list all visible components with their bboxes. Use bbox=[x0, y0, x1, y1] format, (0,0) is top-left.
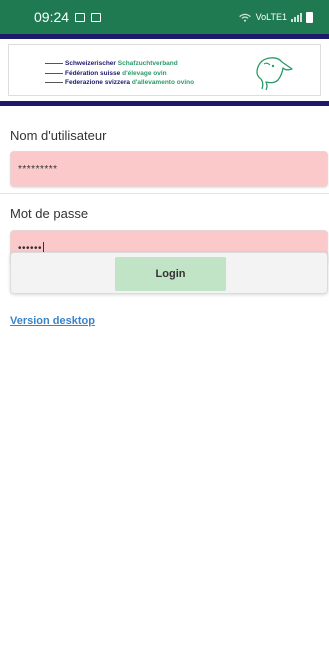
banner-line-fr: Fédération suisse d'élevage ovin bbox=[45, 69, 194, 79]
status-bar: 09:24 VoLTE1 bbox=[0, 0, 329, 34]
banner-line-it: Federazione svizzera d'allevamento ovino bbox=[45, 78, 194, 88]
banner-line-de-part1: Schweizerischer bbox=[65, 60, 116, 67]
status-time: 09:24 bbox=[34, 9, 70, 25]
username-label: Nom d'utilisateur bbox=[10, 128, 107, 143]
association-banner: Schweizerischer Schafzuchtverband Fédéra… bbox=[0, 34, 329, 106]
login-button[interactable]: Login bbox=[115, 257, 226, 291]
banner-line-fr-part2: d'élevage ovin bbox=[122, 69, 167, 77]
banner-line-it-part2: d'allevamento ovino bbox=[131, 79, 195, 86]
banner-line-it-part1: Federazione svizzera bbox=[65, 79, 131, 86]
username-input[interactable]: ********* bbox=[10, 151, 328, 187]
banner-frame: Schweizerischer Schafzuchtverband Fédéra… bbox=[8, 44, 321, 96]
signal-icon bbox=[291, 12, 302, 22]
sheep-head-logo bbox=[256, 57, 293, 91]
divider bbox=[0, 193, 329, 194]
desktop-version-link[interactable]: Version desktop bbox=[10, 315, 95, 327]
status-left: 09:24 bbox=[34, 9, 102, 25]
wifi-icon bbox=[238, 13, 251, 22]
password-label: Mot de passe bbox=[10, 206, 89, 221]
image-icon bbox=[75, 12, 86, 22]
battery-icon bbox=[306, 11, 313, 23]
banner-line-de: Schweizerischer Schafzuchtverband bbox=[45, 59, 194, 69]
status-right: VoLTE1 bbox=[238, 11, 313, 23]
network-label: VoLTE1 bbox=[255, 12, 287, 22]
checkbox-icon bbox=[91, 12, 102, 22]
banner-line-fr-part1: Fédération suisse bbox=[65, 69, 121, 77]
banner-line-de-part2: Schafzuchtverband bbox=[117, 60, 178, 67]
banner-text: Schweizerischer Schafzuchtverband Fédéra… bbox=[45, 59, 194, 88]
username-value: ********* bbox=[18, 164, 58, 175]
login-card: Login bbox=[10, 252, 328, 294]
